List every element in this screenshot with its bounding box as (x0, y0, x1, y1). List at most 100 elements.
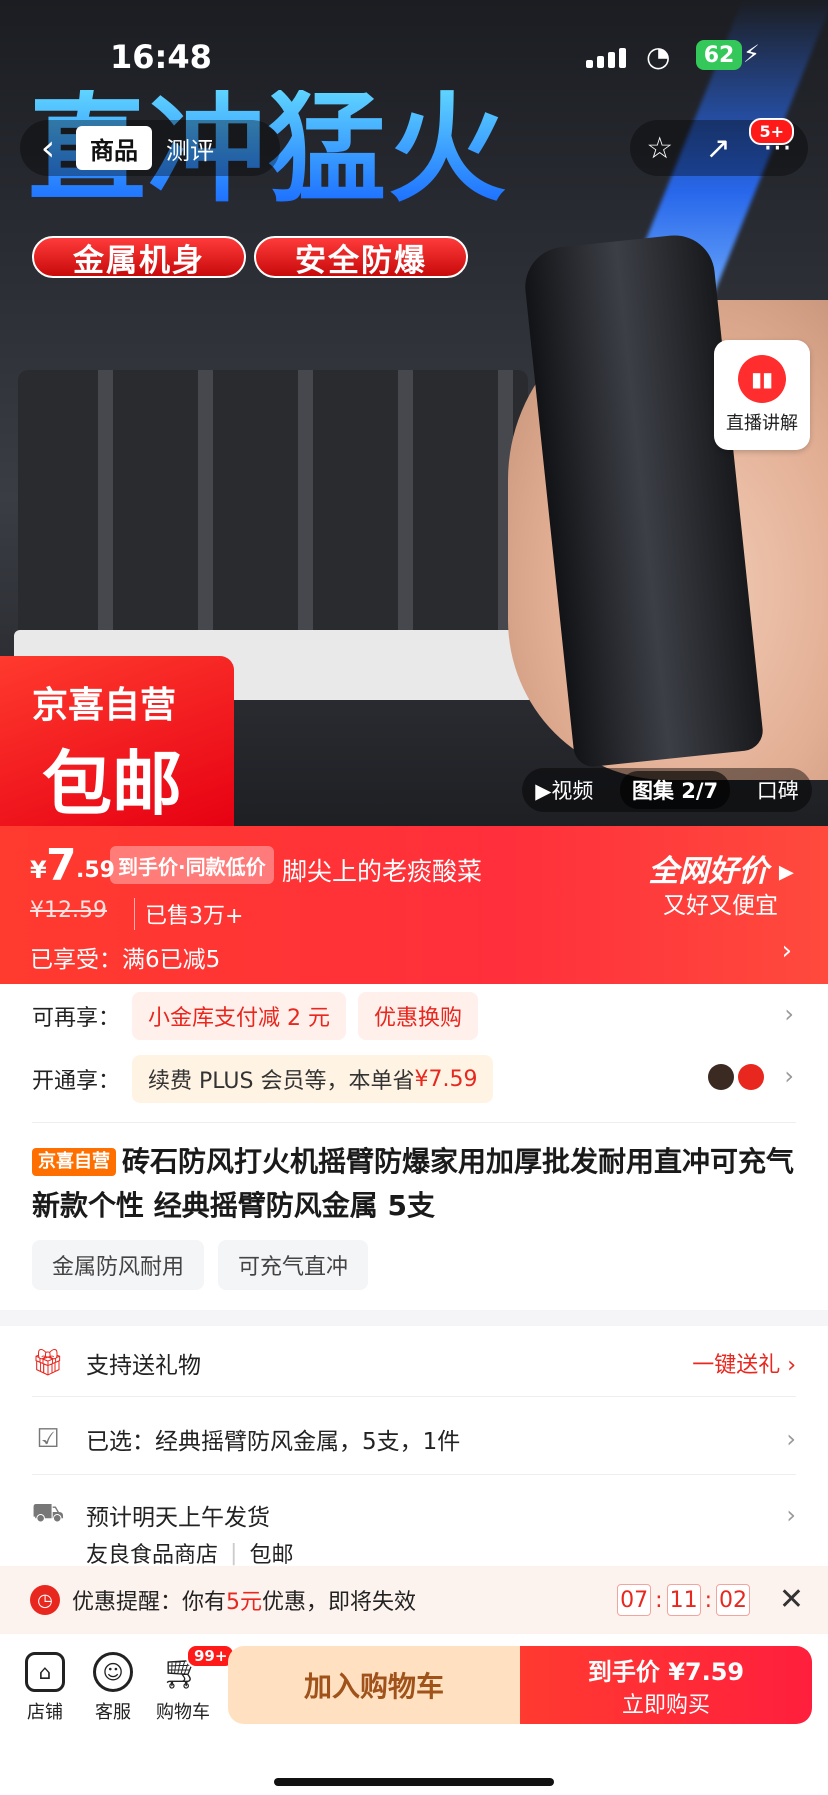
selected-spec-row[interactable]: ☑ 已选：经典摇臂防风金属，5支，1件 › (32, 1416, 796, 1462)
countdown-seconds: 02 (716, 1584, 750, 1616)
offer-row-more[interactable]: 可再享： 小金库支付减 2 元 优惠换购 (32, 992, 479, 1040)
nav-right-group: ☆ ↗ ··· 5+ (630, 118, 808, 176)
good-price-title: 全网好价 ▸ (648, 854, 794, 889)
store-label: 店铺 (27, 1702, 63, 1723)
offer-chip-exchange[interactable]: 优惠换购 (358, 992, 479, 1040)
price-marquee: 脚尖上的老痰酸菜 (282, 857, 483, 886)
signal-icon (586, 46, 628, 68)
chevron-right-icon: › (781, 936, 792, 966)
close-icon[interactable]: ✕ (779, 1582, 804, 1617)
home-indicator (274, 1778, 554, 1786)
offer-chip-wallet[interactable]: 小金库支付减 2 元 (132, 992, 346, 1040)
offer-row-more-label: 可再享： (32, 1006, 121, 1031)
separator: | (230, 1540, 238, 1566)
hero-pill-safe: 安全防爆 (254, 236, 468, 279)
send-gift-link[interactable]: 一键送礼 › (692, 1347, 796, 1379)
crown-icon (708, 1064, 734, 1090)
reminder-prefix: 优惠提醒：你有 (72, 1590, 227, 1615)
sold-count: 已售3万+ (134, 898, 243, 930)
product-page: 直冲猛火 金属机身 安全防爆 京喜自营 包邮 ▮▮ 直播讲解 ▶视频 图集 2/… (0, 0, 828, 1795)
plus-chip-text: 续费 PLUS 会员等，本单省 (148, 1069, 415, 1094)
reminder-suffix: 优惠，即将失效 (262, 1590, 417, 1615)
shipping-label: 预计明天上午发货 (86, 1505, 270, 1531)
product-tag: 金属防风耐用 (32, 1240, 205, 1290)
plus-icons (708, 1064, 764, 1090)
gallery-video-tab[interactable]: ▶视频 (535, 775, 593, 805)
charging-icon: ⚡ (743, 40, 760, 68)
product-tags: 金属防风耐用 可充气直冲 (32, 1240, 369, 1290)
gift-icon: 🎁︎ (31, 1348, 65, 1378)
top-nav: ‹ 商品 测评 ☆ ↗ ··· 5+ (0, 110, 828, 182)
price-integer: 7 (46, 840, 77, 891)
nav-left-group: ‹ 商品 测评 (20, 120, 280, 176)
product-tag: 可充气直冲 (218, 1240, 369, 1290)
store-icon: ⌂ (25, 1652, 65, 1692)
chevron-right-icon: › (786, 1425, 796, 1453)
live-explain-button[interactable]: ▮▮ 直播讲解 (714, 340, 810, 450)
status-time: 16:48 (110, 38, 212, 76)
buy-price-line: 到手价 ¥7.59 (588, 1652, 744, 1687)
chevron-right-icon: › (784, 1062, 794, 1090)
tab-product[interactable]: 商品 (76, 126, 152, 170)
buy-now-button[interactable]: 到手价 ¥7.59 立即购买 (520, 1646, 812, 1724)
gallery-switcher: ▶视频 图集 2/7 口碑 (522, 768, 812, 812)
offer-row-plus[interactable]: 开通享： 续费 PLUS 会员等，本单省 ¥7.59 (32, 1055, 494, 1103)
checklist-icon: ☑ (36, 1424, 60, 1454)
price-banner[interactable]: ¥ 7 .59 到手价·同款低价 脚尖上的老痰酸菜 ¥12.59 已售3万+ 已… (0, 826, 828, 984)
tab-review[interactable]: 测评 (152, 126, 228, 170)
wifi-icon: ◔ (646, 40, 671, 73)
section-separator (0, 1310, 828, 1326)
price-tag: 到手价·同款低价 (110, 846, 274, 884)
truck-icon: ⛟ (31, 1498, 65, 1528)
status-bar: 16:48 ◔ 62 ⚡ (0, 0, 828, 110)
cart-label: 购物车 (156, 1702, 210, 1723)
gallery-album-tab[interactable]: 图集 2/7 (619, 771, 731, 809)
plus-chip-amount: ¥7.59 (414, 1066, 478, 1092)
store-name: 友良食品商店 (86, 1543, 219, 1568)
divider (32, 1396, 796, 1397)
service-button[interactable]: ☺ 客服 (78, 1652, 148, 1724)
original-price: ¥12.59 (30, 898, 107, 923)
add-to-cart-button[interactable]: 加入购物车 (228, 1646, 520, 1724)
good-price-sub: 又好又便宜 (663, 893, 778, 919)
card-icon (738, 1064, 764, 1090)
store-button[interactable]: ⌂ 店铺 (10, 1652, 80, 1724)
cart-button[interactable]: 🛒︎ 99+ 购物车 (148, 1644, 236, 1724)
countdown-timer: 07: 11: 02 (617, 1584, 750, 1616)
offer-row-plus-label: 开通享： (32, 1069, 121, 1094)
shipping-row[interactable]: ⛟ 预计明天上午发货 › (32, 1492, 796, 1538)
reminder-amount: 5元 (226, 1590, 263, 1615)
plus-membership-chip[interactable]: 续费 PLUS 会员等，本单省 ¥7.59 (132, 1055, 494, 1103)
more-badge: 5+ (749, 118, 794, 145)
promo-badge-line2: 包邮 (42, 743, 182, 825)
service-label: 客服 (95, 1702, 131, 1723)
self-operated-badge: 京喜自营 (32, 1148, 116, 1176)
gift-row[interactable]: 🎁︎ 支持送礼物 一键送礼 › (31, 1340, 797, 1386)
coupon-reminder[interactable]: ◷ 优惠提醒：你有 5元 优惠，即将失效 07: 11: 02 ✕ (0, 1566, 828, 1634)
product-title: 京喜自营 砖石防风打火机摇臂防爆家用加厚批发耐用直冲可充气新款个性 经典摇臂防风金… (32, 1140, 800, 1228)
price-currency: ¥ (30, 856, 47, 884)
chevron-right-icon: › (784, 1000, 794, 1028)
lighters-display-image (14, 370, 534, 700)
free-shipping: 包邮 (249, 1543, 294, 1568)
bottom-action-bar: ⌂ 店铺 ☺ 客服 🛒︎ 99+ 购物车 加入购物车 到手价 ¥7.59 立即购… (0, 1634, 828, 1795)
gallery-reviews-tab[interactable]: 口碑 (757, 775, 799, 805)
chevron-left-icon: ‹ (40, 127, 56, 169)
promo-badge: 京喜自营 包邮 (0, 656, 234, 830)
countdown-hours: 07 (617, 1584, 652, 1616)
promo-badge-line1: 京喜自营 (32, 685, 177, 726)
countdown-minutes: 11 (666, 1584, 701, 1616)
product-title-text: 砖石防风打火机摇臂防爆家用加厚批发耐用直冲可充气新款个性 经典摇臂防风金属 5支 (32, 1145, 795, 1222)
chat-icon: ☺ (93, 1652, 133, 1692)
divider (32, 1122, 796, 1123)
chevron-right-icon: › (786, 1501, 796, 1529)
back-button[interactable]: ‹ (20, 120, 76, 176)
favorite-star-icon[interactable]: ☆ (646, 131, 673, 166)
selected-spec-label: 已选：经典摇臂防风金属，5支，1件 (86, 1429, 461, 1455)
buy-price-value: ¥7.59 (668, 1657, 745, 1686)
buy-now-label: 立即购买 (621, 1692, 710, 1718)
gift-label: 支持送礼物 (86, 1353, 201, 1379)
live-label: 直播讲解 (726, 413, 798, 434)
share-icon[interactable]: ↗ (706, 131, 731, 166)
battery-indicator: 62 (696, 40, 742, 70)
